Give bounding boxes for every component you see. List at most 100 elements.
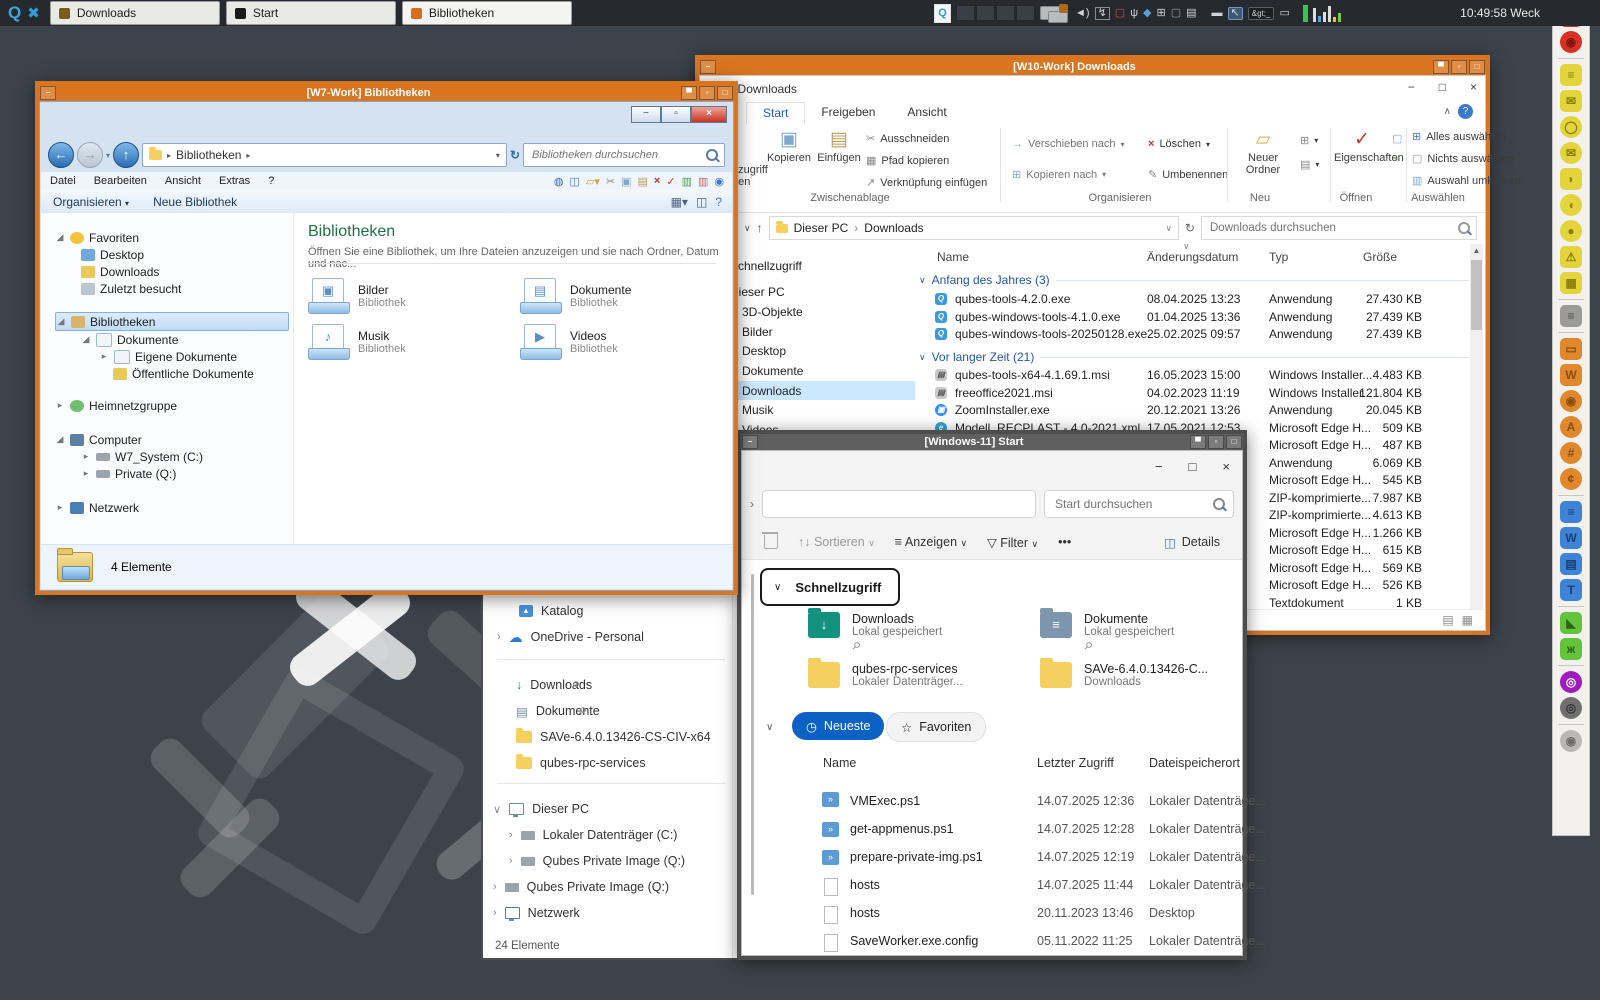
confirm-icon[interactable]: ✓ (666, 175, 675, 188)
word-icon[interactable]: W (1560, 364, 1582, 386)
tab-freigeben[interactable]: Freigeben (805, 102, 891, 124)
recent-file-row[interactable]: » get-appmenus.ps1 14.07.2025 12:28 Loka… (742, 816, 1242, 844)
notes-icon[interactable]: ▢ (1171, 8, 1181, 19)
pane-icon[interactable]: ◫ (570, 175, 580, 188)
menu-help[interactable]: ? (259, 175, 283, 187)
library-videos[interactable]: ▶ VideosBibliothek (520, 321, 730, 363)
firefox-icon[interactable]: ◉ (1560, 730, 1582, 752)
recent-file-row[interactable]: SaveWorker.exe.config 05.11.2022 11:25 L… (742, 928, 1242, 956)
close-icon[interactable]: × (1222, 459, 1230, 474)
restore-icon[interactable]: ▫ (1451, 60, 1467, 74)
shade-icon[interactable]: ▀ (681, 86, 697, 100)
file-row[interactable]: Q qubes-windows-tools-4.1.0.exe 01.04.20… (915, 308, 1477, 326)
clipboard-icon[interactable]: ⊞ (1157, 8, 1166, 19)
recent-file-row[interactable]: hosts 14.07.2025 11:44 Lokaler Datenträg… (742, 872, 1242, 900)
organize-button[interactable]: Organisieren ▾ (41, 195, 141, 209)
file-row[interactable]: ▤ qubes-tools-x64-4.1.69.1.msi 16.05.202… (915, 366, 1477, 384)
restore-icon[interactable]: ▫ (699, 86, 715, 100)
search-box[interactable] (1201, 216, 1477, 240)
minimize-icon[interactable]: − (1155, 459, 1163, 474)
quick-item-save[interactable]: SAVe-6.4.0.13426-C... Downloads (1040, 662, 1208, 688)
select-all-button[interactable]: ⊞ Alles auswählen (1412, 130, 1506, 143)
forward-button[interactable]: → (77, 142, 103, 168)
window-w7-bibliotheken[interactable]: − [W7-Work] Bibliotheken ▀ ▫ □ − ▫ × ← →… (35, 81, 738, 595)
delete-icon[interactable]: × (654, 175, 660, 187)
file-row[interactable]: Q qubes-tools-4.2.0.exe 08.04.2025 13:23… (915, 290, 1477, 308)
word-icon[interactable]: W (1560, 527, 1582, 549)
tree-item-computer[interactable]: ◢Computer (55, 431, 142, 448)
recent-dropdown-icon[interactable]: ∨ (744, 223, 751, 234)
close-button[interactable]: × (691, 106, 727, 123)
folder-icon[interactable]: ▭ (1560, 338, 1582, 360)
folder-dropdown-icon[interactable]: ▱▾ (586, 175, 600, 188)
tree-item-favoriten[interactable]: ◢Favoriten (55, 229, 139, 246)
group-header[interactable]: ∨ Anfang des Jahres (3) (919, 272, 1469, 288)
taskbar-button-bibliotheken[interactable]: Bibliotheken (402, 1, 572, 25)
menu-ansicht[interactable]: Ansicht (156, 175, 210, 187)
recent-file-row[interactable]: » prepare-private-img.ps1 14.07.2025 12:… (742, 844, 1242, 872)
text-icon[interactable]: T (1560, 579, 1582, 601)
delete-button[interactable]: × Löschen ▾ (1148, 138, 1210, 150)
qubes-domains-icon[interactable]: Q (934, 4, 951, 23)
nav-item-dieser-pc[interactable]: ∨ Dieser PC (483, 797, 589, 821)
breadcrumb-dieser-pc[interactable]: Dieser PC (794, 221, 849, 235)
view-grid-icon[interactable]: ▦ (1462, 613, 1473, 627)
refresh-icon[interactable]: ↻ (1185, 221, 1195, 235)
library-bilder[interactable]: ▣ BilderBibliothek (308, 275, 518, 317)
document-icon[interactable]: ▤ (1560, 553, 1582, 575)
ring-icon[interactable]: ◯ (1560, 116, 1582, 138)
menu-datei[interactable]: Datei (41, 175, 85, 187)
disk-icon[interactable]: ▭ (1279, 8, 1289, 19)
glow-icon[interactable]: ● (1560, 220, 1582, 242)
address-bar[interactable]: Dieser PC › Downloads ∨ (769, 216, 1179, 240)
tab-neueste[interactable]: ◷ Neueste (792, 712, 884, 740)
tree-item-heimnetzgruppe[interactable]: ▸Heimnetzgruppe (55, 397, 177, 414)
search-icon[interactable] (1458, 222, 1470, 234)
firefox-icon[interactable]: ◉ (1560, 31, 1582, 53)
maximize-icon[interactable]: □ (1439, 80, 1446, 94)
tree-item-oeffentliche-dokumente[interactable]: Öffentliche Dokumente (113, 365, 254, 382)
new-item-icon[interactable]: ⊞▾ (1300, 134, 1318, 147)
warning-icon[interactable]: ⚠ (1560, 246, 1582, 268)
help-icon[interactable]: ? (1458, 104, 1473, 119)
tree-item-bibliotheken[interactable]: ◢Bibliotheken (55, 312, 289, 331)
globe-icon[interactable]: ◉ (714, 175, 724, 188)
quick-item-qubes-rpc[interactable]: qubes-rpc-services Lokaler Datenträger..… (808, 662, 963, 688)
search-box[interactable] (1044, 490, 1234, 518)
group-header[interactable]: ∨ Vor langer Zeit (21) (919, 349, 1469, 365)
minimize-icon[interactable]: − (742, 435, 758, 449)
col-type[interactable]: Typ (1269, 250, 1288, 264)
breadcrumb-downloads[interactable]: Downloads (864, 221, 923, 235)
nav-item-downloads[interactable]: ↓ Downloads ⚲ (483, 673, 592, 697)
properties-button[interactable]: ✓ Eigenschaften (1334, 128, 1390, 164)
paste-icon[interactable]: ▤ (638, 175, 648, 188)
nav-item-qubes-rpc[interactable]: qubes-rpc-services (483, 751, 646, 775)
scrollbar[interactable]: ▲ (1470, 244, 1483, 610)
qubes-titlebar[interactable]: − [Windows-11] Start ▀ ▫ □ (741, 434, 1243, 450)
tab-ansicht[interactable]: Ansicht (891, 102, 962, 124)
tree-item-dokumente[interactable]: ◢Dokumente (81, 331, 178, 348)
address-dropdown-icon[interactable]: ∨ (1165, 223, 1172, 234)
tab-favoriten[interactable]: ☆ Favoriten (886, 712, 986, 742)
quick-item-downloads[interactable]: ↓ Downloads Lokal gespeichert ⚲ (808, 612, 942, 652)
view-list-icon[interactable]: ▤ (1442, 613, 1453, 627)
coin-icon[interactable]: ¢ (1560, 468, 1582, 490)
nav-item-save-folder[interactable]: SAVe-6.4.0.13426-CS-CIV-x64 (483, 725, 711, 749)
search-icon[interactable] (706, 149, 718, 161)
workspace-pager[interactable] (956, 5, 1035, 21)
chevron-down-icon[interactable]: ∨ (766, 722, 773, 733)
qubes-menu-icon[interactable]: Q (8, 3, 21, 23)
tree-item-desktop[interactable]: Desktop (81, 246, 144, 263)
minimize-icon[interactable]: − (700, 60, 716, 74)
files-icon[interactable]: ≡ (1560, 501, 1582, 523)
breadcrumb-bibliotheken[interactable]: Bibliotheken (176, 148, 241, 162)
library-dokumente[interactable]: ▤ DokumenteBibliothek (520, 275, 730, 317)
delete-icon[interactable] (764, 535, 778, 549)
copy-button[interactable]: ▣ Kopieren (762, 128, 816, 164)
cut-button[interactable]: ✂ Ausschneiden (866, 132, 949, 145)
tree-item-eigene-dokumente[interactable]: ▸Eigene Dokumente (99, 348, 237, 365)
frog-icon[interactable]: ж (1560, 638, 1582, 660)
window-w11-explorer-background[interactable]: ▲ Katalog › ☁ OneDrive - Personal ↓ Down… (481, 593, 739, 960)
search-icon[interactable] (1213, 498, 1225, 510)
sort-button[interactable]: ↑↓ Sortieren ∨ (798, 535, 875, 549)
